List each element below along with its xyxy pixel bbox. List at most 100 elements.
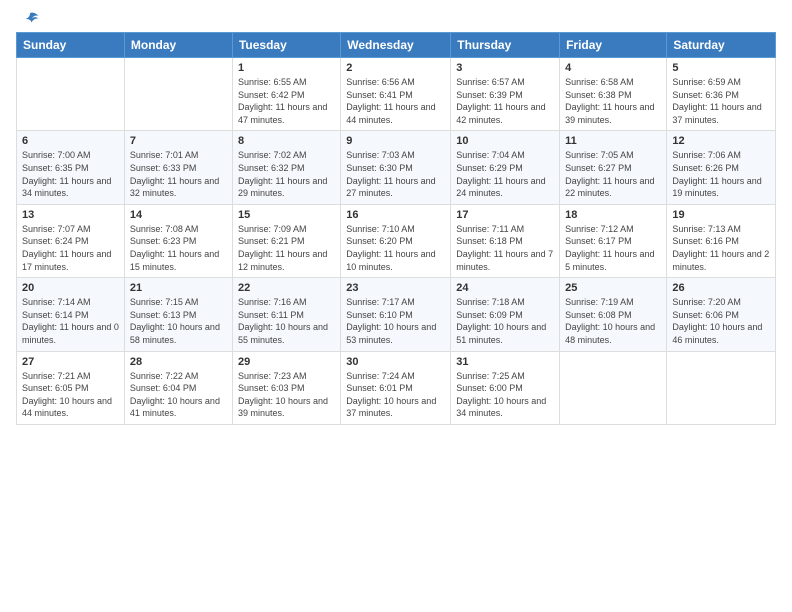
day-detail: Sunrise: 7:21 AM Sunset: 6:05 PM Dayligh…	[22, 370, 119, 420]
calendar-cell: 24 Sunrise: 7:18 AM Sunset: 6:09 PM Dayli…	[451, 278, 560, 351]
day-number: 18	[565, 209, 661, 221]
day-detail: Sunrise: 7:04 AM Sunset: 6:29 PM Dayligh…	[456, 149, 554, 199]
day-number: 27	[22, 356, 119, 368]
calendar-cell: 21 Sunrise: 7:15 AM Sunset: 6:13 PM Dayli…	[124, 278, 232, 351]
day-detail: Sunrise: 7:15 AM Sunset: 6:13 PM Dayligh…	[130, 296, 227, 346]
day-detail: Sunrise: 6:58 AM Sunset: 6:38 PM Dayligh…	[565, 76, 661, 126]
calendar-cell: 2Sunrise: 6:56 AM Sunset: 6:41 PM Daylig…	[341, 58, 451, 131]
weekday-header-wednesday: Wednesday	[341, 33, 451, 58]
calendar-cell: 22Sunrise: 7:16 AM Sunset: 6:11 PM Dayli…	[232, 278, 340, 351]
day-detail: Sunrise: 7:08 AM Sunset: 6:23 PM Dayligh…	[130, 223, 227, 273]
calendar-cell: 14 Sunrise: 7:08 AM Sunset: 6:23 PM Dayli…	[124, 204, 232, 277]
day-number: 19	[672, 209, 770, 221]
day-detail: Sunrise: 7:01 AM Sunset: 6:33 PM Dayligh…	[130, 149, 227, 199]
page: SundayMondayTuesdayWednesdayThursdayFrid…	[0, 0, 792, 612]
day-number: 6	[22, 135, 119, 147]
weekday-header-saturday: Saturday	[667, 33, 776, 58]
day-detail: Sunrise: 7:14 AM Sunset: 6:14 PM Dayligh…	[22, 296, 119, 346]
day-detail: Sunrise: 7:20 AM Sunset: 6:06 PM Dayligh…	[672, 296, 770, 346]
calendar-cell: 29Sunrise: 7:23 AM Sunset: 6:03 PM Dayli…	[232, 351, 340, 424]
calendar-cell: 25 Sunrise: 7:19 AM Sunset: 6:08 PM Dayli…	[560, 278, 667, 351]
calendar-cell: 4 Sunrise: 6:58 AM Sunset: 6:38 PM Daylig…	[560, 58, 667, 131]
day-number: 14	[130, 209, 227, 221]
day-detail: Sunrise: 7:11 AM Sunset: 6:18 PM Dayligh…	[456, 223, 554, 273]
calendar-cell: 19 Sunrise: 7:13 AM Sunset: 6:16 PM Dayli…	[667, 204, 776, 277]
calendar-cell: 6 Sunrise: 7:00 AM Sunset: 6:35 PM Daylig…	[17, 131, 125, 204]
calendar-cell: 17 Sunrise: 7:11 AM Sunset: 6:18 PM Dayli…	[451, 204, 560, 277]
day-number: 30	[346, 356, 445, 368]
day-detail: Sunrise: 7:00 AM Sunset: 6:35 PM Dayligh…	[22, 149, 119, 199]
day-detail: Sunrise: 7:10 AM Sunset: 6:20 PM Dayligh…	[346, 223, 445, 273]
calendar-cell: 31Sunrise: 7:25 AM Sunset: 6:00 PM Dayli…	[451, 351, 560, 424]
day-number: 23	[346, 282, 445, 294]
day-number: 2	[346, 62, 445, 74]
weekday-header-thursday: Thursday	[451, 33, 560, 58]
day-detail: Sunrise: 7:03 AM Sunset: 6:30 PM Dayligh…	[346, 149, 445, 199]
day-number: 9	[346, 135, 445, 147]
header	[16, 10, 776, 26]
calendar-table: SundayMondayTuesdayWednesdayThursdayFrid…	[16, 32, 776, 425]
calendar-week-row: 6 Sunrise: 7:00 AM Sunset: 6:35 PM Daylig…	[17, 131, 776, 204]
day-number: 29	[238, 356, 335, 368]
day-detail: Sunrise: 7:16 AM Sunset: 6:11 PM Dayligh…	[238, 296, 335, 346]
calendar-cell: 28 Sunrise: 7:22 AM Sunset: 6:04 PM Dayli…	[124, 351, 232, 424]
calendar-cell: 27 Sunrise: 7:21 AM Sunset: 6:05 PM Dayli…	[17, 351, 125, 424]
calendar-cell: 13Sunrise: 7:07 AM Sunset: 6:24 PM Dayli…	[17, 204, 125, 277]
calendar-cell: 16 Sunrise: 7:10 AM Sunset: 6:20 PM Dayli…	[341, 204, 451, 277]
day-detail: Sunrise: 7:22 AM Sunset: 6:04 PM Dayligh…	[130, 370, 227, 420]
calendar-cell	[667, 351, 776, 424]
day-number: 25	[565, 282, 661, 294]
day-number: 31	[456, 356, 554, 368]
day-number: 15	[238, 209, 335, 221]
day-number: 24	[456, 282, 554, 294]
calendar-cell: 7 Sunrise: 7:01 AM Sunset: 6:33 PM Daylig…	[124, 131, 232, 204]
day-detail: Sunrise: 7:13 AM Sunset: 6:16 PM Dayligh…	[672, 223, 770, 273]
calendar-week-row: 1 Sunrise: 6:55 AM Sunset: 6:42 PM Daylig…	[17, 58, 776, 131]
day-detail: Sunrise: 7:05 AM Sunset: 6:27 PM Dayligh…	[565, 149, 661, 199]
calendar-cell: 20 Sunrise: 7:14 AM Sunset: 6:14 PM Dayli…	[17, 278, 125, 351]
day-number: 5	[672, 62, 770, 74]
day-detail: Sunrise: 7:19 AM Sunset: 6:08 PM Dayligh…	[565, 296, 661, 346]
calendar-cell: 8 Sunrise: 7:02 AM Sunset: 6:32 PM Daylig…	[232, 131, 340, 204]
day-number: 8	[238, 135, 335, 147]
calendar-header-row: SundayMondayTuesdayWednesdayThursdayFrid…	[17, 33, 776, 58]
calendar-cell: 10 Sunrise: 7:04 AM Sunset: 6:29 PM Dayli…	[451, 131, 560, 204]
day-number: 20	[22, 282, 119, 294]
day-number: 16	[346, 209, 445, 221]
calendar-cell: 3 Sunrise: 6:57 AM Sunset: 6:39 PM Daylig…	[451, 58, 560, 131]
day-number: 1	[238, 62, 335, 74]
calendar-week-row: 13Sunrise: 7:07 AM Sunset: 6:24 PM Dayli…	[17, 204, 776, 277]
day-number: 21	[130, 282, 227, 294]
calendar-cell: 9 Sunrise: 7:03 AM Sunset: 6:30 PM Daylig…	[341, 131, 451, 204]
day-detail: Sunrise: 6:59 AM Sunset: 6:36 PM Dayligh…	[672, 76, 770, 126]
day-number: 17	[456, 209, 554, 221]
day-detail: Sunrise: 7:18 AM Sunset: 6:09 PM Dayligh…	[456, 296, 554, 346]
weekday-header-friday: Friday	[560, 33, 667, 58]
day-number: 4	[565, 62, 661, 74]
calendar-cell: 18 Sunrise: 7:12 AM Sunset: 6:17 PM Dayli…	[560, 204, 667, 277]
day-detail: Sunrise: 7:09 AM Sunset: 6:21 PM Dayligh…	[238, 223, 335, 273]
day-number: 10	[456, 135, 554, 147]
day-detail: Sunrise: 7:24 AM Sunset: 6:01 PM Dayligh…	[346, 370, 445, 420]
day-number: 3	[456, 62, 554, 74]
day-detail: Sunrise: 7:02 AM Sunset: 6:32 PM Dayligh…	[238, 149, 335, 199]
calendar-cell: 11 Sunrise: 7:05 AM Sunset: 6:27 PM Dayli…	[560, 131, 667, 204]
calendar-week-row: 20 Sunrise: 7:14 AM Sunset: 6:14 PM Dayli…	[17, 278, 776, 351]
calendar-cell	[560, 351, 667, 424]
day-detail: Sunrise: 6:55 AM Sunset: 6:42 PM Dayligh…	[238, 76, 335, 126]
calendar-cell: 30 Sunrise: 7:24 AM Sunset: 6:01 PM Dayli…	[341, 351, 451, 424]
day-number: 28	[130, 356, 227, 368]
calendar-cell	[17, 58, 125, 131]
calendar-cell: 26Sunrise: 7:20 AM Sunset: 6:06 PM Dayli…	[667, 278, 776, 351]
day-number: 7	[130, 135, 227, 147]
day-detail: Sunrise: 7:17 AM Sunset: 6:10 PM Dayligh…	[346, 296, 445, 346]
day-detail: Sunrise: 7:07 AM Sunset: 6:24 PM Dayligh…	[22, 223, 119, 273]
day-detail: Sunrise: 6:57 AM Sunset: 6:39 PM Dayligh…	[456, 76, 554, 126]
day-detail: Sunrise: 7:12 AM Sunset: 6:17 PM Dayligh…	[565, 223, 661, 273]
logo	[16, 10, 40, 26]
day-number: 11	[565, 135, 661, 147]
day-detail: Sunrise: 7:06 AM Sunset: 6:26 PM Dayligh…	[672, 149, 770, 199]
calendar-cell	[124, 58, 232, 131]
calendar-cell: 5 Sunrise: 6:59 AM Sunset: 6:36 PM Daylig…	[667, 58, 776, 131]
weekday-header-tuesday: Tuesday	[232, 33, 340, 58]
